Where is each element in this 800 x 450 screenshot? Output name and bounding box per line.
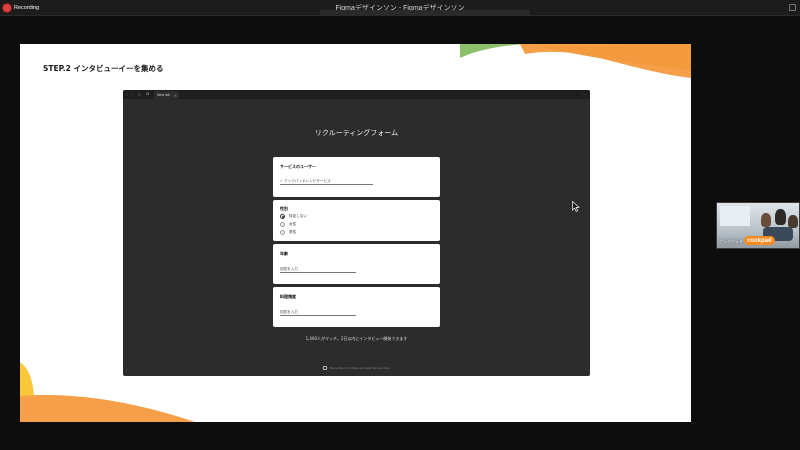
checkbox-icon[interactable] bbox=[323, 366, 327, 370]
cooking-input[interactable]: 回答を入力 bbox=[280, 310, 356, 316]
gender-option-label: 女性 bbox=[289, 222, 297, 226]
participant-name: クックパッド bbox=[719, 239, 743, 244]
age-placeholder: 回答を入力 bbox=[280, 266, 298, 271]
radio-checked-icon[interactable] bbox=[280, 214, 285, 219]
screen: Recording Figmaデザインソン - Figmaデザインソン STEP… bbox=[0, 0, 800, 450]
gender-option-unspecified[interactable]: 特定しない bbox=[280, 214, 307, 219]
back-icon[interactable]: ‹ bbox=[126, 92, 131, 97]
gender-option-female[interactable]: 女性 bbox=[280, 222, 296, 227]
service-card: サービスのユーザー ✓ クックパッドレシピサービス bbox=[273, 157, 440, 197]
mouse-cursor-icon bbox=[572, 201, 580, 212]
age-input[interactable]: 回答を入力 bbox=[280, 267, 356, 273]
gender-label: 性別 bbox=[280, 206, 288, 211]
gender-option-label: 特定しない bbox=[289, 214, 307, 218]
browser-tab[interactable]: New tab × bbox=[154, 91, 179, 99]
service-label: サービスのユーザー bbox=[280, 164, 316, 169]
home-icon[interactable]: ⌂ bbox=[146, 92, 151, 97]
service-value: ✓ クックパッドレシピサービス bbox=[280, 178, 331, 183]
cooking-placeholder: 回答を入力 bbox=[280, 309, 298, 314]
shared-slide: STEP.2 インタビューイーを集める ‹ › ↻ ⌂ New tab × ··… bbox=[20, 44, 691, 422]
prototype-browser: ‹ › ↻ ⌂ New tab × ··· リクルーティングフォーム サービスの… bbox=[123, 90, 590, 376]
service-select[interactable]: ✓ クックパッドレシピサービス bbox=[280, 179, 373, 185]
tab-close-icon[interactable]: × bbox=[174, 93, 177, 98]
browser-tabbar: ‹ › ↻ ⌂ New tab × ··· bbox=[123, 90, 590, 99]
gender-option-male[interactable]: 男性 bbox=[280, 230, 296, 235]
window-titlebar: Recording Figmaデザインソン - Figmaデザインソン bbox=[0, 0, 800, 16]
gender-option-label: 男性 bbox=[289, 230, 297, 234]
top-right-orange-wave bbox=[540, 44, 691, 70]
slide-title: STEP.2 インタビューイーを集める bbox=[43, 64, 164, 73]
remember-choice[interactable]: Remember my choice and skip this next ti… bbox=[323, 366, 390, 370]
age-label: 年齢 bbox=[280, 251, 288, 256]
toolbar-tab[interactable] bbox=[320, 10, 530, 16]
match-result-text: 1,460人がマッチ。2日以内にインタビュー開始できます bbox=[305, 336, 408, 341]
age-card: 年齢 回答を入力 bbox=[273, 244, 440, 284]
window-view-icon[interactable] bbox=[789, 4, 796, 11]
forward-icon[interactable]: › bbox=[132, 92, 137, 97]
video-window-light bbox=[720, 206, 750, 226]
participant-figure bbox=[761, 213, 771, 227]
participant-figure bbox=[775, 209, 786, 225]
form-heading: リクルーティングフォーム bbox=[314, 129, 399, 137]
gender-card: 性別 特定しない 女性 男性 bbox=[273, 200, 440, 241]
cookpad-logo: cookpad bbox=[744, 236, 775, 245]
cooking-card: 料理頻度 回答を入力 bbox=[273, 287, 440, 327]
remember-label: Remember my choice and skip this next ti… bbox=[330, 366, 390, 370]
radio-unchecked-icon[interactable] bbox=[280, 230, 285, 235]
cooking-label: 料理頻度 bbox=[280, 294, 296, 299]
bottom-left-orange-blob bbox=[20, 395, 195, 422]
participant-video[interactable]: クックパッド cookpad bbox=[716, 202, 800, 249]
cookpad-logo-text: cookpad bbox=[747, 237, 772, 244]
reload-icon[interactable]: ↻ bbox=[138, 92, 143, 97]
radio-unchecked-icon[interactable] bbox=[280, 222, 285, 227]
browser-tab-label: New tab bbox=[157, 93, 170, 97]
more-icon[interactable]: ··· bbox=[582, 92, 586, 97]
